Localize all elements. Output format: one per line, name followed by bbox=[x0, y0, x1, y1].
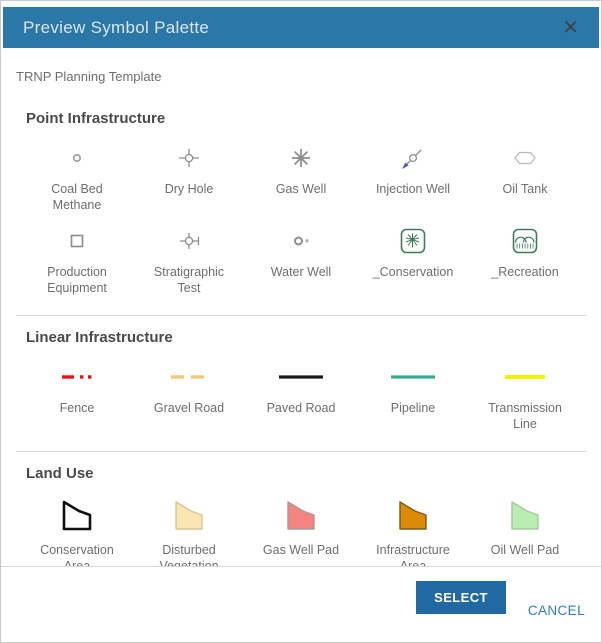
symbol-label: Gas Well bbox=[276, 181, 326, 197]
symbol-label: Stratigraphic Test bbox=[145, 264, 233, 296]
symbol-item-coal-bed-methane[interactable]: Coal Bed Methane bbox=[21, 140, 133, 213]
production-equipment-icon bbox=[60, 224, 94, 258]
fence-line-icon bbox=[49, 371, 105, 383]
symbol-item-transmission-line[interactable]: Transmission Line bbox=[469, 359, 581, 432]
pipeline-line-icon bbox=[385, 371, 441, 383]
disturbed-vegetation-polygon-icon bbox=[169, 496, 209, 536]
gravel-road-line-icon bbox=[161, 371, 217, 383]
symbol-item-recreation[interactable]: _Recreation bbox=[469, 223, 581, 296]
point-symbol-grid: Coal Bed Methane Dry Hole Gas Well Injec… bbox=[1, 127, 601, 296]
symbol-item-pipeline[interactable]: Pipeline bbox=[357, 359, 469, 432]
symbol-item-water-well[interactable]: Water Well bbox=[245, 223, 357, 296]
symbol-item-injection-well[interactable]: Injection Well bbox=[357, 140, 469, 213]
transmission-line-icon bbox=[497, 371, 553, 383]
symbol-item-oil-well-pad[interactable]: Oil Well Pad bbox=[469, 495, 581, 574]
preview-symbol-palette-dialog: Preview Symbol Palette ✕ TRNP Planning T… bbox=[0, 0, 602, 643]
section-heading-point: Point Infrastructure bbox=[26, 110, 576, 127]
close-icon[interactable]: ✕ bbox=[562, 18, 579, 38]
oil-tank-icon bbox=[508, 141, 542, 175]
symbol-item-dry-hole[interactable]: Dry Hole bbox=[133, 140, 245, 213]
symbol-label: Production Equipment bbox=[33, 264, 121, 296]
conservation-point-icon bbox=[396, 224, 430, 258]
symbol-label: Pipeline bbox=[391, 400, 435, 416]
gas-well-icon bbox=[284, 141, 318, 175]
section-divider bbox=[16, 315, 586, 316]
water-well-icon bbox=[284, 224, 318, 258]
symbol-label: Gas Well Pad bbox=[263, 542, 339, 558]
symbol-label: Water Well bbox=[271, 264, 331, 280]
gas-well-pad-polygon-icon bbox=[281, 496, 321, 536]
symbol-item-gas-well[interactable]: Gas Well bbox=[245, 140, 357, 213]
section-divider bbox=[16, 451, 586, 452]
symbol-label: Injection Well bbox=[376, 181, 450, 197]
paved-road-line-icon bbox=[273, 371, 329, 383]
select-button[interactable]: SELECT bbox=[416, 581, 506, 614]
symbol-item-conservation-area[interactable]: Conservation Area bbox=[21, 495, 133, 574]
symbol-item-gas-well-pad[interactable]: Gas Well Pad bbox=[245, 495, 357, 574]
conservation-area-polygon-icon bbox=[57, 496, 97, 536]
section-heading-linear: Linear Infrastructure bbox=[26, 329, 576, 346]
symbol-item-infrastructure-area[interactable]: Infrastructure Area bbox=[357, 495, 469, 574]
symbol-label: _Conservation bbox=[373, 264, 454, 280]
injection-well-icon bbox=[396, 141, 430, 175]
oil-well-pad-polygon-icon bbox=[505, 496, 545, 536]
symbol-label: Oil Tank bbox=[503, 181, 548, 197]
dialog-footer: SELECT CANCEL bbox=[1, 566, 601, 642]
symbol-label: Dry Hole bbox=[165, 181, 214, 197]
symbol-label: _Recreation bbox=[491, 264, 558, 280]
linear-symbol-grid: Fence Gravel Road Paved Road Pipeline bbox=[1, 346, 601, 432]
infrastructure-area-polygon-icon bbox=[393, 496, 433, 536]
symbol-item-gravel-road[interactable]: Gravel Road bbox=[133, 359, 245, 432]
symbol-label: Transmission Line bbox=[481, 400, 569, 432]
symbol-label: Coal Bed Methane bbox=[33, 181, 121, 213]
section-heading-landuse: Land Use bbox=[26, 465, 576, 482]
symbol-label: Gravel Road bbox=[154, 400, 224, 416]
symbol-item-disturbed-vegetation[interactable]: Disturbed Vegetation bbox=[133, 495, 245, 574]
dialog-title: Preview Symbol Palette bbox=[23, 18, 209, 38]
coal-bed-methane-icon bbox=[60, 141, 94, 175]
symbol-item-stratigraphic-test[interactable]: Stratigraphic Test bbox=[133, 223, 245, 296]
template-name: TRNP Planning Template bbox=[16, 69, 586, 84]
symbol-label: Oil Well Pad bbox=[491, 542, 560, 558]
symbol-label: Fence bbox=[60, 400, 95, 416]
dialog-header: Preview Symbol Palette ✕ bbox=[3, 7, 599, 48]
landuse-symbol-grid: Conservation Area Disturbed Vegetation G… bbox=[1, 482, 601, 574]
symbol-item-paved-road[interactable]: Paved Road bbox=[245, 359, 357, 432]
dry-hole-icon bbox=[172, 141, 206, 175]
recreation-point-icon bbox=[508, 224, 542, 258]
stratigraphic-test-icon bbox=[172, 224, 206, 258]
cancel-button[interactable]: CANCEL bbox=[528, 603, 585, 618]
symbol-item-fence[interactable]: Fence bbox=[21, 359, 133, 432]
symbol-item-conservation[interactable]: _Conservation bbox=[357, 223, 469, 296]
symbol-item-oil-tank[interactable]: Oil Tank bbox=[469, 140, 581, 213]
symbol-item-production-equipment[interactable]: Production Equipment bbox=[21, 223, 133, 296]
symbol-label: Paved Road bbox=[267, 400, 336, 416]
